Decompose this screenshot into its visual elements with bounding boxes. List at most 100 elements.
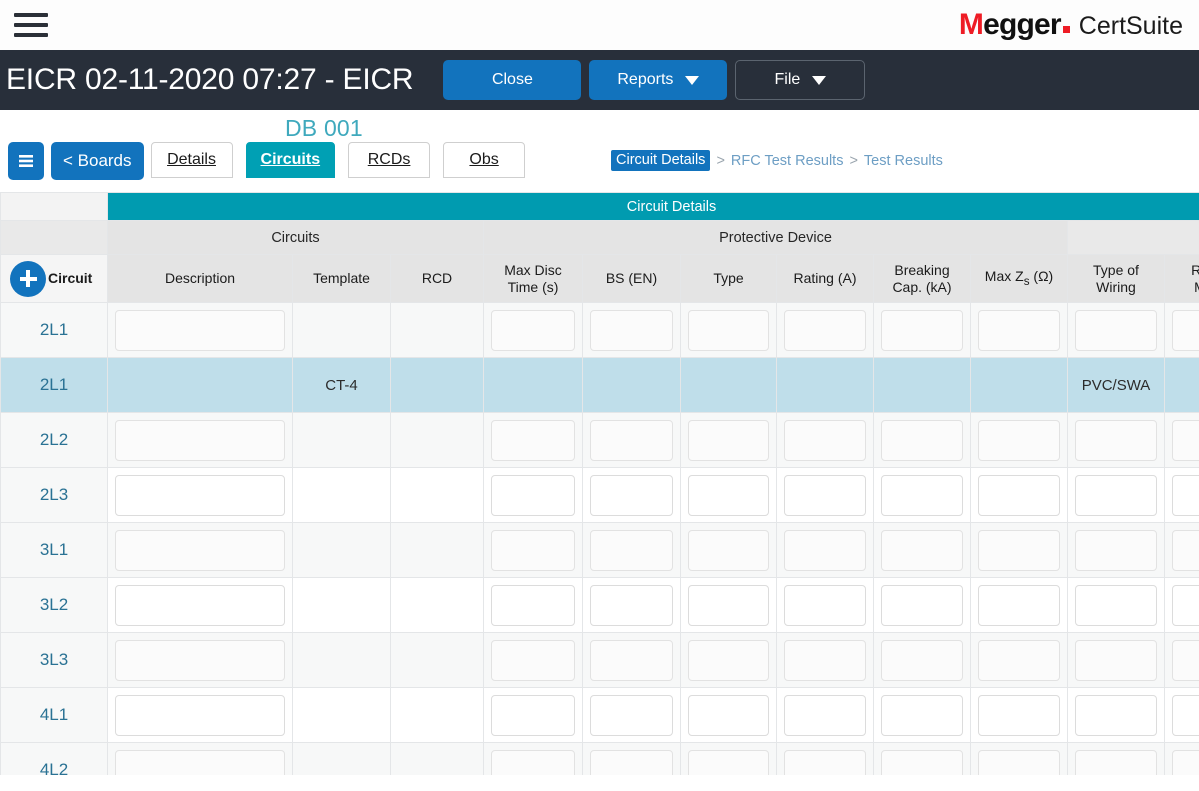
- cell-rcd[interactable]: [390, 302, 484, 358]
- cell-description[interactable]: [107, 687, 293, 743]
- cell-type[interactable]: [680, 522, 777, 578]
- cell-reference-method[interactable]: [1163, 357, 1199, 413]
- column-type[interactable]: Type: [680, 254, 777, 303]
- cell-max-zs[interactable]: [970, 357, 1068, 413]
- cell-reference-method[interactable]: [1163, 577, 1199, 633]
- description-input[interactable]: [115, 529, 285, 571]
- rating-input[interactable]: [784, 529, 866, 571]
- reference-method-input[interactable]: [1172, 309, 1199, 351]
- bs-en-input[interactable]: [590, 419, 673, 461]
- type-of-wiring-input[interactable]: [1075, 529, 1157, 571]
- description-input[interactable]: [115, 749, 285, 775]
- cell-bs-en[interactable]: [582, 302, 681, 358]
- breadcrumb-item-circuit-details[interactable]: Circuit Details: [611, 150, 711, 171]
- breaking-cap-input[interactable]: [881, 419, 963, 461]
- cell-rating[interactable]: [776, 687, 874, 743]
- cell-template[interactable]: [292, 687, 391, 743]
- cell-max-zs[interactable]: [970, 467, 1068, 523]
- type-input[interactable]: [688, 584, 769, 626]
- cell-bs-en[interactable]: [582, 522, 681, 578]
- cell-max-zs[interactable]: [970, 577, 1068, 633]
- cell-description[interactable]: [107, 467, 293, 523]
- cell-template[interactable]: [292, 577, 391, 633]
- cell-rating[interactable]: [776, 302, 874, 358]
- type-input[interactable]: [688, 639, 769, 681]
- cell-rcd[interactable]: [390, 632, 484, 688]
- cell-bs-en[interactable]: [582, 357, 681, 413]
- cell-template[interactable]: [292, 412, 391, 468]
- cell-rcd[interactable]: [390, 412, 484, 468]
- column-max-disc-time[interactable]: Max Disc Time (s): [483, 254, 583, 303]
- table-row[interactable]: 2L1: [0, 302, 1199, 358]
- cell-rcd[interactable]: [390, 742, 484, 775]
- rating-input[interactable]: [784, 584, 866, 626]
- close-button[interactable]: Close: [443, 60, 582, 100]
- column-template[interactable]: Template: [292, 254, 391, 303]
- column-type-of-wiring[interactable]: Type of Wiring: [1067, 254, 1165, 303]
- cell-reference-method[interactable]: [1163, 632, 1199, 688]
- cell-description[interactable]: [107, 742, 293, 775]
- table-row[interactable]: 3L2: [0, 577, 1199, 633]
- circuit-id-cell[interactable]: 4L2: [0, 742, 108, 775]
- circuits-table-container[interactable]: Circuit Details Circuits Protective Devi…: [0, 192, 1199, 775]
- reference-method-input[interactable]: [1172, 639, 1199, 681]
- breaking-cap-input[interactable]: [881, 309, 963, 351]
- bs-en-input[interactable]: [590, 639, 673, 681]
- max-disc-time-input[interactable]: [491, 584, 575, 626]
- cell-type-of-wiring[interactable]: [1067, 412, 1165, 468]
- circuit-id-cell[interactable]: 2L1: [0, 357, 108, 413]
- circuit-id-cell[interactable]: 2L3: [0, 467, 108, 523]
- cell-breaking-cap[interactable]: [873, 632, 971, 688]
- rating-input[interactable]: [784, 694, 866, 736]
- rating-input[interactable]: [784, 309, 866, 351]
- cell-max-zs[interactable]: [970, 742, 1068, 775]
- type-of-wiring-input[interactable]: [1075, 694, 1157, 736]
- bs-en-input[interactable]: [590, 474, 673, 516]
- max-disc-time-input[interactable]: [491, 694, 575, 736]
- cell-reference-method[interactable]: [1163, 522, 1199, 578]
- cell-rcd[interactable]: [390, 467, 484, 523]
- cell-bs-en[interactable]: [582, 632, 681, 688]
- reference-method-input[interactable]: [1172, 584, 1199, 626]
- cell-rating[interactable]: [776, 522, 874, 578]
- cell-type[interactable]: [680, 687, 777, 743]
- cell-breaking-cap[interactable]: [873, 742, 971, 775]
- table-row[interactable]: 2L2: [0, 412, 1199, 468]
- table-row[interactable]: 2L3: [0, 467, 1199, 523]
- cell-max-disc-time[interactable]: [483, 467, 583, 523]
- column-reference-method[interactable]: ReM: [1163, 254, 1199, 303]
- cell-bs-en[interactable]: [582, 742, 681, 775]
- cell-reference-method[interactable]: [1163, 467, 1199, 523]
- tab-details[interactable]: Details: [150, 142, 233, 178]
- cell-max-zs[interactable]: [970, 632, 1068, 688]
- cell-type[interactable]: [680, 742, 777, 775]
- type-input[interactable]: [688, 419, 769, 461]
- cell-description[interactable]: [107, 522, 293, 578]
- rating-input[interactable]: [784, 474, 866, 516]
- column-max-zs[interactable]: Max Zs (Ω): [970, 254, 1068, 303]
- cell-template[interactable]: [292, 302, 391, 358]
- cell-type-of-wiring[interactable]: PVC/SWA: [1067, 357, 1165, 413]
- max-disc-time-input[interactable]: [491, 529, 575, 571]
- cell-bs-en[interactable]: [582, 687, 681, 743]
- cell-template[interactable]: [292, 522, 391, 578]
- cell-description[interactable]: [107, 357, 293, 413]
- file-menu-button[interactable]: File: [735, 60, 866, 100]
- max-disc-time-input[interactable]: [491, 419, 575, 461]
- cell-max-disc-time[interactable]: [483, 687, 583, 743]
- column-rating[interactable]: Rating (A): [776, 254, 874, 303]
- breadcrumb-item-rfc-test-results[interactable]: RFC Test Results: [731, 153, 844, 169]
- max-disc-time-input[interactable]: [491, 639, 575, 681]
- column-rcd[interactable]: RCD: [390, 254, 484, 303]
- cell-bs-en[interactable]: [582, 412, 681, 468]
- description-input[interactable]: [115, 584, 285, 626]
- cell-breaking-cap[interactable]: [873, 357, 971, 413]
- cell-description[interactable]: [107, 412, 293, 468]
- breaking-cap-input[interactable]: [881, 584, 963, 626]
- circuit-id-cell[interactable]: 2L2: [0, 412, 108, 468]
- cell-max-disc-time[interactable]: [483, 742, 583, 775]
- column-description[interactable]: Description: [107, 254, 293, 303]
- cell-template[interactable]: CT-4: [292, 357, 391, 413]
- max-disc-time-input[interactable]: [491, 474, 575, 516]
- breaking-cap-input[interactable]: [881, 694, 963, 736]
